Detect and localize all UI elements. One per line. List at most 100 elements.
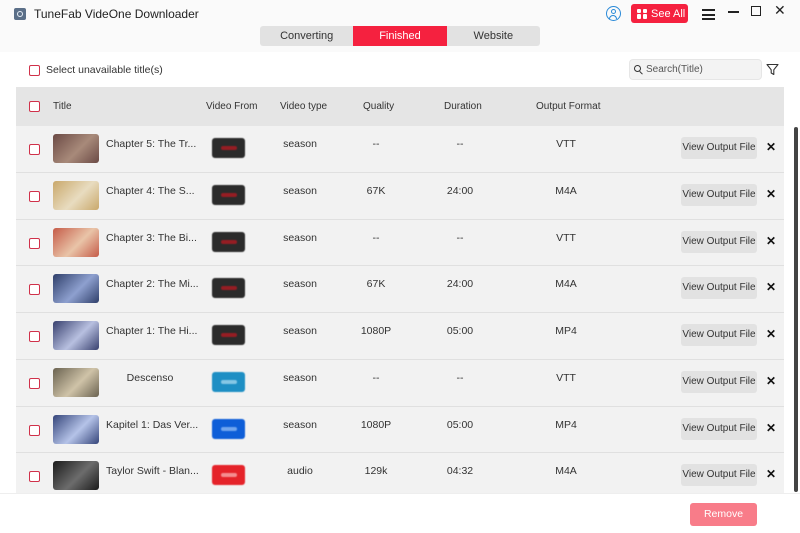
row-video-type: season xyxy=(283,184,317,197)
filter-icon[interactable] xyxy=(766,63,779,76)
view-output-file-button[interactable]: View Output File xyxy=(681,464,757,487)
view-output-file-button[interactable]: View Output File xyxy=(681,324,757,346)
row-checkbox[interactable] xyxy=(29,331,40,342)
row-checkbox[interactable] xyxy=(29,377,40,389)
row-video-type: season xyxy=(283,278,317,291)
row-output-format: VTT xyxy=(556,371,576,384)
column-duration: Duration xyxy=(444,101,482,112)
row-checkbox[interactable] xyxy=(29,284,40,296)
row-checkbox[interactable] xyxy=(29,190,40,202)
view-output-file-button[interactable]: View Output File xyxy=(681,277,757,300)
row-title: Chapter 1: The Hi... xyxy=(106,325,198,337)
source-logo-youtube-icon xyxy=(212,465,245,486)
maximize-icon[interactable] xyxy=(751,6,761,16)
table-row: Chapter 4: The S... season 67K 24:00 M4A… xyxy=(16,173,784,220)
table-header: Title Video From Video type Quality Dura… xyxy=(16,87,784,126)
user-account-icon[interactable] xyxy=(606,6,621,21)
row-video-type: season xyxy=(283,325,317,337)
remove-button[interactable]: Remove xyxy=(690,503,757,526)
column-output-format: Output Format xyxy=(536,101,601,112)
video-thumbnail xyxy=(53,180,99,210)
search-icon xyxy=(634,64,644,75)
search-box[interactable] xyxy=(629,59,762,80)
table-row: Chapter 2: The Mi... season 67K 24:00 M4… xyxy=(16,266,784,313)
source-logo-prime-icon xyxy=(212,371,245,392)
delete-row-icon[interactable]: ✕ xyxy=(766,467,776,481)
row-duration: -- xyxy=(456,231,464,244)
delete-row-icon[interactable]: ✕ xyxy=(766,280,776,294)
delete-row-icon[interactable]: ✕ xyxy=(766,234,776,248)
view-output-file-button[interactable]: View Output File xyxy=(681,137,757,159)
row-duration: 05:00 xyxy=(446,325,474,337)
row-duration: 04:32 xyxy=(446,465,474,478)
row-output-format: M4A xyxy=(555,184,577,197)
table-row: Taylor Swift - Blan... audio 129k 04:32 … xyxy=(16,453,784,493)
row-quality: -- xyxy=(372,371,380,384)
select-unavailable-option[interactable]: Select unavailable title(s) xyxy=(29,64,163,76)
row-output-format: MP4 xyxy=(555,418,577,431)
vertical-scrollbar[interactable] xyxy=(794,127,798,492)
table-body: Chapter 5: The Tr... season -- -- VTT Vi… xyxy=(16,126,784,493)
minimize-icon[interactable] xyxy=(728,11,739,13)
tab-converting[interactable]: Converting xyxy=(260,26,353,46)
column-title: Title xyxy=(53,101,72,112)
app-title: TuneFab VideOne Downloader xyxy=(34,7,199,21)
row-checkbox[interactable] xyxy=(29,471,40,483)
row-title: Chapter 4: The S... xyxy=(106,184,195,197)
row-title: Chapter 5: The Tr... xyxy=(106,138,197,150)
video-thumbnail xyxy=(53,367,99,397)
title-bar: TuneFab VideOne Downloader Converting Fi… xyxy=(0,0,800,52)
row-quality: 67K xyxy=(366,184,386,197)
row-output-format: MP4 xyxy=(555,325,577,337)
row-checkbox[interactable] xyxy=(29,144,40,155)
view-output-file-button[interactable]: View Output File xyxy=(681,417,757,440)
row-duration: 05:00 xyxy=(446,418,474,431)
hamburger-menu-icon[interactable] xyxy=(702,9,715,20)
close-window-icon[interactable]: ✕ xyxy=(774,3,786,17)
table-row: Descenso season -- -- VTT View Output Fi… xyxy=(16,360,784,407)
view-output-file-button[interactable]: View Output File xyxy=(681,370,757,393)
row-checkbox[interactable] xyxy=(29,424,40,436)
delete-row-icon[interactable]: ✕ xyxy=(766,187,776,201)
tab-finished[interactable]: Finished xyxy=(353,26,447,46)
row-quality: 1080P xyxy=(360,418,392,431)
row-duration: 24:00 xyxy=(446,184,474,197)
footer-bar: Remove xyxy=(0,493,800,533)
row-title: Chapter 3: The Bi... xyxy=(106,231,197,244)
table-row: Chapter 5: The Tr... season -- -- VTT Vi… xyxy=(16,126,784,173)
tab-bar: Converting Finished Website xyxy=(260,26,540,46)
source-logo-netflix-icon xyxy=(212,278,245,299)
video-thumbnail xyxy=(53,227,99,257)
select-unavailable-label: Select unavailable title(s) xyxy=(46,64,163,76)
search-input[interactable] xyxy=(646,64,756,75)
row-duration: -- xyxy=(456,371,464,384)
tab-website[interactable]: Website xyxy=(447,26,540,46)
row-quality: -- xyxy=(372,138,380,150)
row-video-type: season xyxy=(283,371,317,384)
video-thumbnail xyxy=(53,274,99,304)
delete-row-icon[interactable]: ✕ xyxy=(766,327,776,341)
row-quality: 129k xyxy=(364,465,388,478)
view-output-file-button[interactable]: View Output File xyxy=(681,183,757,206)
row-output-format: M4A xyxy=(555,278,577,291)
delete-row-icon[interactable]: ✕ xyxy=(766,421,776,435)
row-quality: 67K xyxy=(366,278,386,291)
row-checkbox[interactable] xyxy=(29,237,40,249)
row-title: Descenso xyxy=(126,371,174,384)
row-video-type: season xyxy=(283,138,317,150)
column-video-from: Video From xyxy=(206,101,258,112)
source-logo-netflix-icon xyxy=(212,325,245,345)
select-all-checkbox[interactable] xyxy=(29,101,40,112)
see-all-button[interactable]: See All xyxy=(631,4,688,23)
select-unavailable-checkbox[interactable] xyxy=(29,64,40,76)
source-logo-netflix-icon xyxy=(212,184,245,205)
row-title: Chapter 2: The Mi... xyxy=(106,278,199,291)
view-output-file-button[interactable]: View Output File xyxy=(681,230,757,253)
row-duration: -- xyxy=(456,138,464,150)
delete-row-icon[interactable]: ✕ xyxy=(766,374,776,388)
row-output-format: M4A xyxy=(555,465,577,478)
delete-row-icon[interactable]: ✕ xyxy=(766,140,776,154)
source-logo-disney-icon xyxy=(212,418,245,439)
source-logo-netflix-icon xyxy=(212,231,245,252)
row-output-format: VTT xyxy=(556,231,576,244)
